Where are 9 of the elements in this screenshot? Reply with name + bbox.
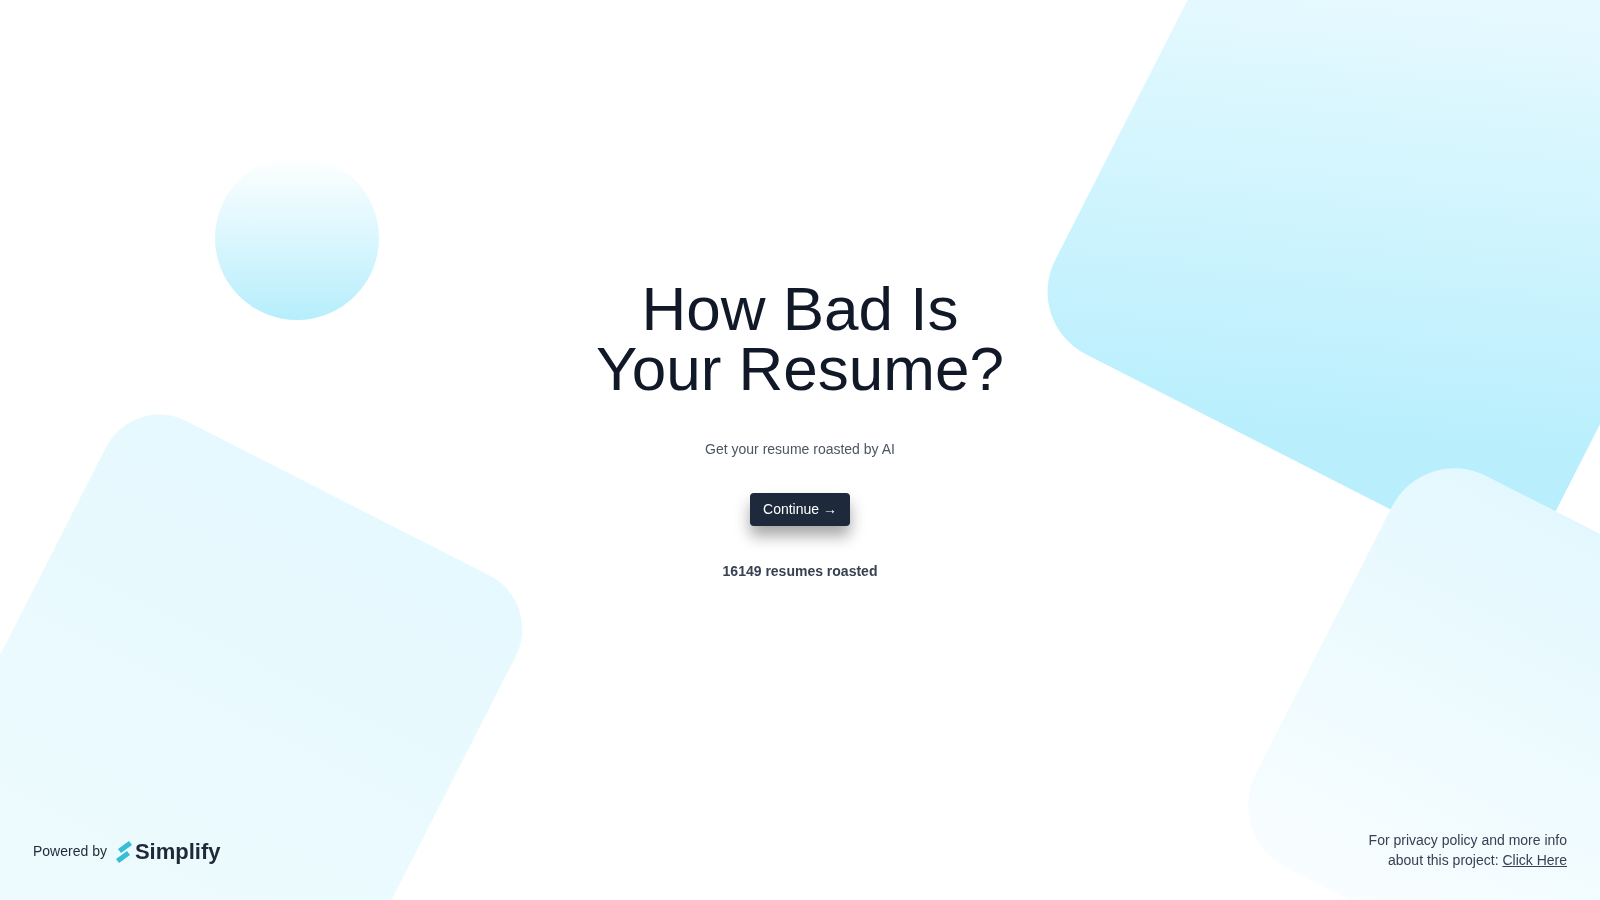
brand-logo[interactable]: Simplify <box>114 835 221 868</box>
continue-button[interactable]: Continue → <box>750 492 850 526</box>
powered-by-label: Powered by <box>33 842 107 861</box>
privacy-note: For privacy policy and more info about this project: Click Here <box>1367 831 1567 870</box>
logo-icon <box>114 839 133 864</box>
subtitle: Get your resume roasted by AI <box>705 439 895 459</box>
roasted-count: 16149 resumes roasted <box>722 561 878 581</box>
privacy-link[interactable]: Click Here <box>1502 852 1567 868</box>
page-title: How Bad Is Your Resume? <box>596 278 1004 399</box>
